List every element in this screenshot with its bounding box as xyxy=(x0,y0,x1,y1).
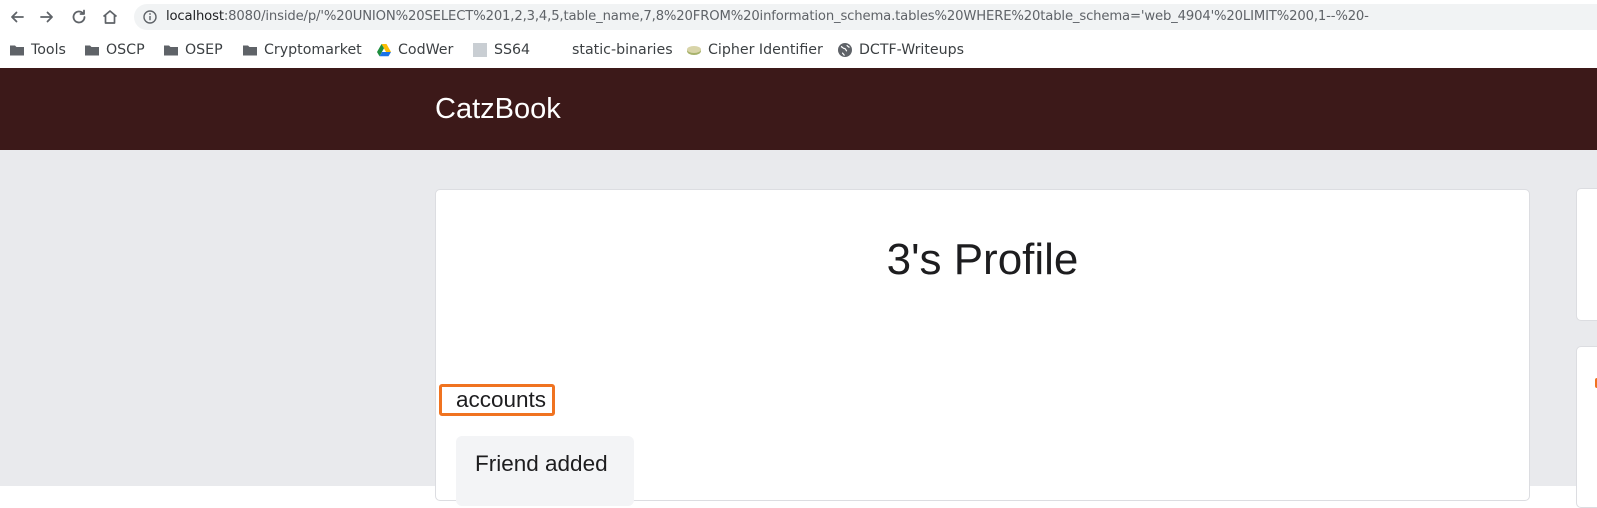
folder-icon xyxy=(242,42,258,58)
address-bar[interactable]: localhost:8080/inside/p/'%20UNION%20SELE… xyxy=(134,4,1597,30)
friend-status-label: Friend added xyxy=(475,451,608,476)
bookmark-codwer[interactable]: CodWer xyxy=(376,40,453,60)
back-icon[interactable] xyxy=(8,8,26,26)
bookmark-tools[interactable]: Tools xyxy=(9,40,66,60)
url-text[interactable]: localhost:8080/inside/p/'%20UNION%20SELE… xyxy=(166,9,1369,24)
bookmark-label: CodWer xyxy=(398,42,454,58)
browser-toolbar: localhost:8080/inside/p/'%20UNION%20SELE… xyxy=(0,0,1597,34)
reload-icon[interactable] xyxy=(70,8,88,26)
bookmark-osep[interactable]: OSEP xyxy=(163,40,223,60)
bookmark-label: OSEP xyxy=(185,42,223,58)
bookmark-ss64[interactable]: SS64 xyxy=(472,40,530,60)
bookmark-label: Cipher Identifier xyxy=(708,42,823,58)
bookmark-label: static-binaries xyxy=(572,42,673,58)
bookmark-label: DCTF-Writeups xyxy=(859,42,965,58)
info-icon[interactable] xyxy=(143,10,157,24)
bookmark-dctf-writeups[interactable]: DCTF-Writeups xyxy=(837,40,964,60)
profile-card: 3's Profile accounts Friend added xyxy=(435,189,1530,506)
bookmark-cryptomarket[interactable]: Cryptomarket xyxy=(242,40,362,60)
profile-title: 3's Profile xyxy=(886,235,1079,284)
brand-logo-text[interactable]: CatzBook xyxy=(435,93,561,126)
side-card xyxy=(1576,188,1597,321)
bookmark-label: SS64 xyxy=(494,42,531,58)
bookmark-oscp[interactable]: OSCP xyxy=(84,40,145,60)
url-host: localhost xyxy=(166,9,224,24)
site-icon xyxy=(472,42,488,58)
friend-name: accounts xyxy=(456,387,547,412)
bookmark-label: Tools xyxy=(31,42,66,58)
side-card xyxy=(1576,346,1597,508)
folder-icon xyxy=(9,42,25,58)
bookmark-static-binaries[interactable]: static-binaries xyxy=(572,40,673,60)
app-header: CatzBook xyxy=(0,68,1597,150)
bookmark-cipher-identifier[interactable]: Cipher Identifier xyxy=(686,40,823,60)
friend-status-button[interactable]: Friend added xyxy=(456,436,634,506)
home-icon[interactable] xyxy=(101,8,119,26)
url-path: :8080/inside/p/'%20UNION%20SELECT%201,2,… xyxy=(223,9,1369,24)
folder-icon xyxy=(163,42,179,58)
folder-icon xyxy=(84,42,100,58)
bookmark-label: OSCP xyxy=(106,42,145,58)
globe-icon xyxy=(837,42,853,58)
bookmarks-bar: Tools OSCP OSEP Cryptomarket CodWer SS64… xyxy=(0,34,1597,67)
forward-icon[interactable] xyxy=(38,8,56,26)
drive-icon xyxy=(376,42,392,58)
site-icon xyxy=(686,42,702,58)
bookmark-label: Cryptomarket xyxy=(264,42,362,58)
